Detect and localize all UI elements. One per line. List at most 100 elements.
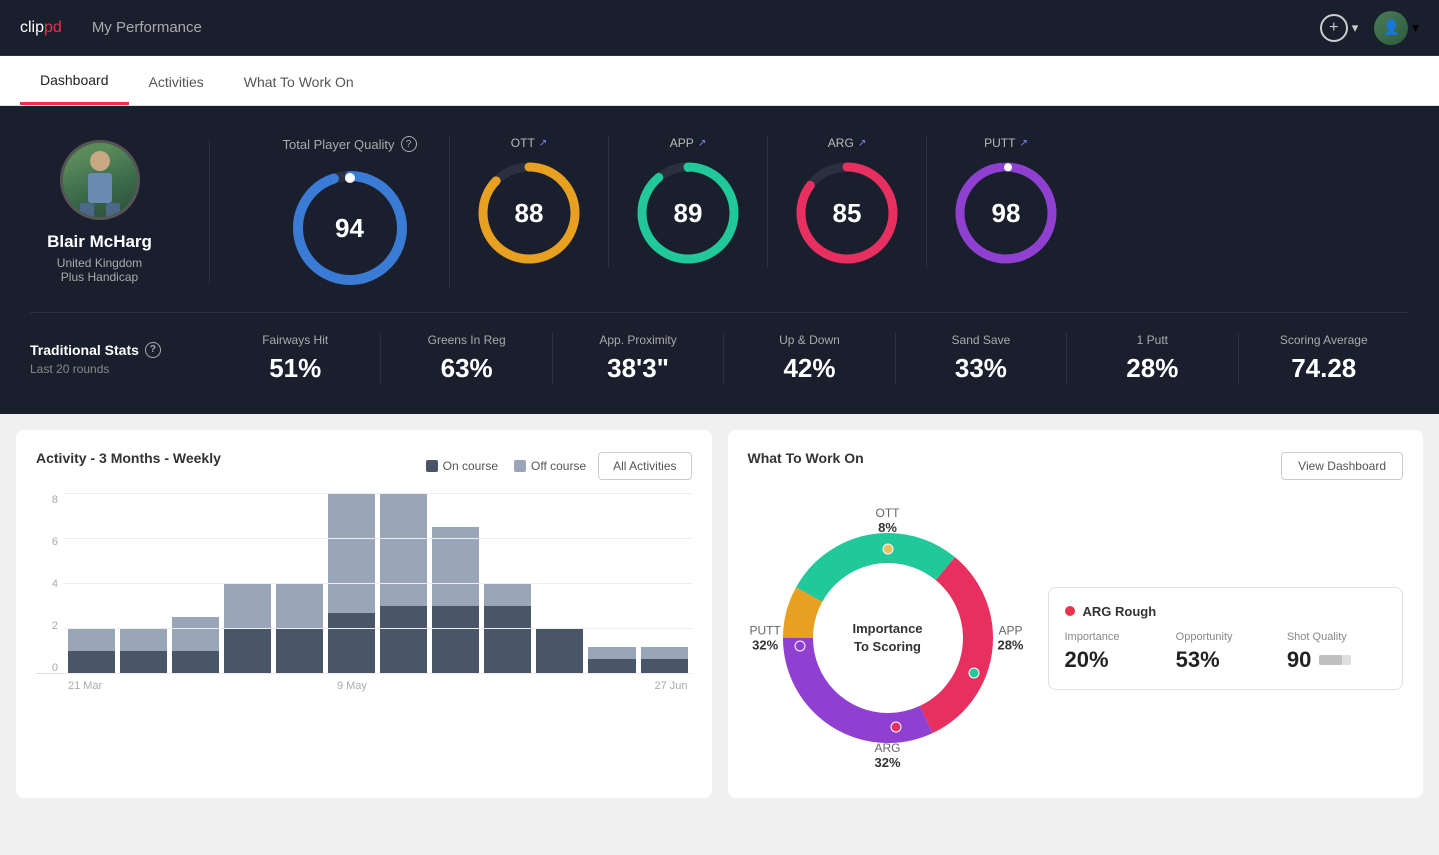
metric-opportunity: Opportunity 53% (1176, 631, 1287, 673)
bar-12 (641, 494, 688, 673)
stat-1-putt-name: 1 Putt (1077, 333, 1227, 347)
bar-9-on (484, 606, 531, 674)
shot-quality-bar (1319, 655, 1351, 665)
header-right: + ▾ 👤 ▾ (1320, 11, 1419, 45)
app-arrow-icon: ↗ (698, 138, 706, 149)
total-quality-col: Total Player Quality ? 94 (250, 136, 450, 288)
ott-col: OTT ↗ 88 (450, 136, 609, 268)
stat-greens-in-reg: Greens In Reg 63% (381, 333, 552, 384)
ott-score: 88 (515, 198, 544, 229)
bar-1 (68, 494, 115, 673)
bar-3-off (172, 617, 219, 651)
ott-label: OTT ↗ (511, 136, 547, 150)
bar-7 (380, 494, 427, 673)
trad-stats-info-icon[interactable]: ? (145, 342, 161, 358)
bar-5 (276, 494, 323, 673)
total-quality-info-icon[interactable]: ? (401, 136, 417, 152)
metric-shot-quality-value: 90 (1287, 647, 1311, 673)
bar-6-off (328, 494, 375, 613)
info-card: ARG Rough Importance 20% Opportunity 53%… (1048, 587, 1404, 690)
stat-scoring-avg-value: 74.28 (1249, 353, 1399, 384)
trad-stats-title: Traditional Stats ? (30, 342, 170, 358)
bar-12-on (641, 659, 688, 673)
y-label-8: 8 (36, 494, 58, 506)
header-title: My Performance (92, 19, 202, 36)
bar-4-off (224, 583, 271, 628)
tab-what-to-work-on[interactable]: What To Work On (224, 56, 374, 105)
wtw-content: Importance To Scoring OTT 8% APP 28% ARG… (748, 498, 1404, 778)
red-dot-icon (1065, 606, 1075, 616)
metric-shot-quality-label: Shot Quality (1287, 631, 1386, 643)
bar-9-off (484, 583, 531, 606)
chevron-down-icon: ▾ (1352, 20, 1359, 36)
metric-shot-quality: Shot Quality 90 (1287, 631, 1386, 673)
player-handicap: Plus Handicap (61, 270, 138, 284)
stat-fairways-hit: Fairways Hit 51% (210, 333, 381, 384)
hero-top: Blair McHarg United Kingdom Plus Handica… (30, 136, 1409, 312)
total-quality-label: Total Player Quality ? (283, 136, 417, 152)
bar-7-off (380, 494, 427, 606)
stat-scoring-avg: Scoring Average 74.28 (1239, 333, 1409, 384)
avatar-image (63, 143, 137, 217)
player-info: Blair McHarg United Kingdom Plus Handica… (30, 140, 210, 284)
add-button[interactable]: + ▾ (1320, 14, 1359, 42)
avatar-chevron-icon: ▾ (1412, 20, 1419, 36)
metric-importance-value: 20% (1065, 647, 1164, 673)
tab-activities[interactable]: Activities (129, 56, 224, 105)
arg-score: 85 (833, 198, 862, 229)
donut-label-putt: PUTT 32% (750, 624, 781, 653)
x-axis: 21 Mar 9 May 27 Jun (36, 680, 692, 692)
bar-2-on (120, 651, 167, 674)
metric-importance-label: Importance (1065, 631, 1164, 643)
stat-fairways-hit-value: 51% (220, 353, 370, 384)
stat-up-down: Up & Down 42% (724, 333, 895, 384)
stat-1-putt-value: 28% (1077, 353, 1227, 384)
donut-chart-container: Importance To Scoring OTT 8% APP 28% ARG… (748, 498, 1028, 778)
player-name: Blair McHarg (47, 232, 152, 252)
view-dashboard-button[interactable]: View Dashboard (1281, 452, 1403, 480)
y-label-0: 0 (36, 662, 58, 674)
x-label-mar: 21 Mar (64, 680, 223, 692)
bar-2-off (120, 628, 167, 651)
bar-8-on (432, 606, 479, 674)
all-activities-button[interactable]: All Activities (598, 452, 691, 480)
tab-dashboard[interactable]: Dashboard (20, 56, 129, 105)
trad-stats-subtitle: Last 20 rounds (30, 362, 170, 376)
stat-sand-save-name: Sand Save (906, 333, 1056, 347)
bar-12-off (641, 647, 688, 659)
legend-on-course-icon (426, 460, 438, 472)
app-ring: 89 (633, 158, 743, 268)
app-label: APP ↗ (670, 136, 706, 150)
y-label-2: 2 (36, 620, 58, 632)
bar-5-on (276, 628, 323, 673)
bar-9 (484, 494, 531, 673)
donut-label-arg: ARG 32% (874, 741, 900, 770)
bar-11-on (588, 659, 635, 673)
hero-section: Blair McHarg United Kingdom Plus Handica… (0, 106, 1439, 414)
header: clippd My Performance + ▾ 👤 ▾ (0, 0, 1439, 56)
stat-up-down-value: 42% (734, 353, 884, 384)
bar-6 (328, 494, 375, 673)
chart-title: Activity - 3 Months - Weekly (36, 450, 221, 466)
stat-app-proximity: App. Proximity 38'3" (553, 333, 724, 384)
activity-panel: Activity - 3 Months - Weekly On course O… (16, 430, 712, 798)
y-label-4: 4 (36, 578, 58, 590)
bar-1-off (68, 628, 115, 651)
scores-section: Total Player Quality ? 94 OTT ↗ (210, 136, 1409, 288)
stat-sand-save: Sand Save 33% (896, 333, 1067, 384)
arg-label: ARG ↗ (828, 136, 866, 150)
app-score: 89 (674, 198, 703, 229)
stat-greens-in-reg-value: 63% (391, 353, 541, 384)
wtw-right: ARG Rough Importance 20% Opportunity 53%… (1048, 587, 1404, 690)
putt-col: PUTT ↗ 98 (927, 136, 1085, 268)
avatar-button[interactable]: 👤 ▾ (1374, 11, 1419, 45)
wtwo-header: What To Work On View Dashboard (748, 450, 1404, 482)
x-label-jun: 27 Jun (481, 680, 692, 692)
trad-stats-label: Traditional Stats ? Last 20 rounds (30, 342, 210, 376)
legend-off-course: Off course (514, 459, 586, 473)
x-label-may: 9 May (223, 680, 481, 692)
legend-on-course: On course (426, 459, 498, 473)
bar-3 (172, 494, 219, 673)
chart-body: 0 2 4 6 8 (36, 494, 692, 692)
y-label-6: 6 (36, 536, 58, 548)
